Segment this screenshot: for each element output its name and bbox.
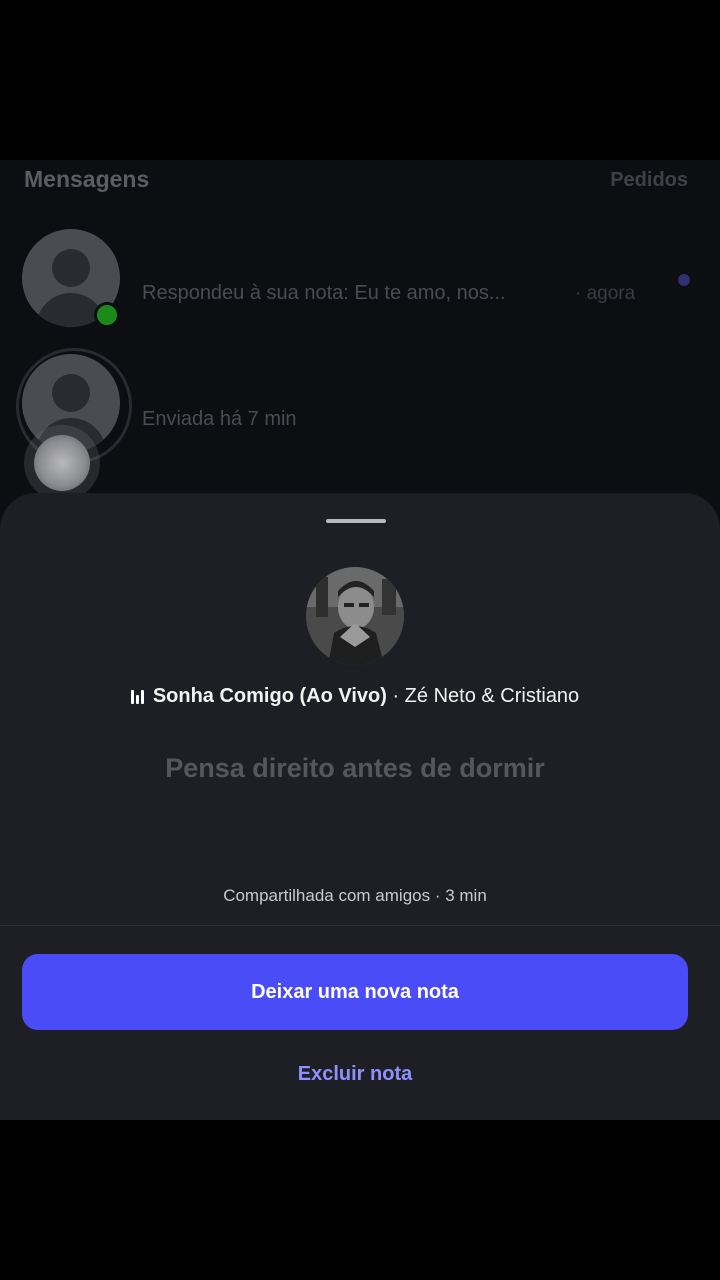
divider [0, 925, 720, 926]
unread-indicator [678, 274, 690, 286]
requests-link[interactable]: Pedidos [610, 169, 688, 192]
note-bottom-sheet: Sonha Comigo (Ao Vivo) · Zé Neto & Crist… [0, 493, 720, 1120]
touch-indicator [34, 435, 90, 491]
music-info[interactable]: Sonha Comigo (Ao Vivo) · Zé Neto & Crist… [0, 685, 710, 708]
profile-photo [306, 567, 404, 665]
shared-info: Compartilhada com amigos · 3 min [223, 886, 487, 905]
page-title: Mensagens [24, 166, 150, 192]
message-preview[interactable]: Enviada há 7 min [142, 408, 297, 431]
message-time: · agora [575, 283, 636, 304]
avatar-head [52, 249, 90, 287]
drag-handle[interactable] [326, 519, 386, 523]
message-preview[interactable]: Respondeu à sua nota: Eu te amo, nos... [142, 282, 506, 305]
song-artist: · Zé Neto & Cristiano [392, 685, 580, 707]
delete-note-button[interactable]: Excluir nota [0, 1063, 710, 1086]
avatar-head [52, 374, 90, 412]
note-text: Pensa direito antes de dormir [165, 753, 545, 783]
song-title: Sonha Comigo (Ao Vivo) [152, 685, 387, 707]
messages-screen: Mensagens Pedidos Respondeu à sua nota: … [0, 160, 720, 1120]
online-indicator [94, 302, 120, 328]
audio-bars-icon [130, 688, 145, 704]
leave-new-note-button[interactable]: Deixar uma nova nota [22, 954, 688, 1030]
